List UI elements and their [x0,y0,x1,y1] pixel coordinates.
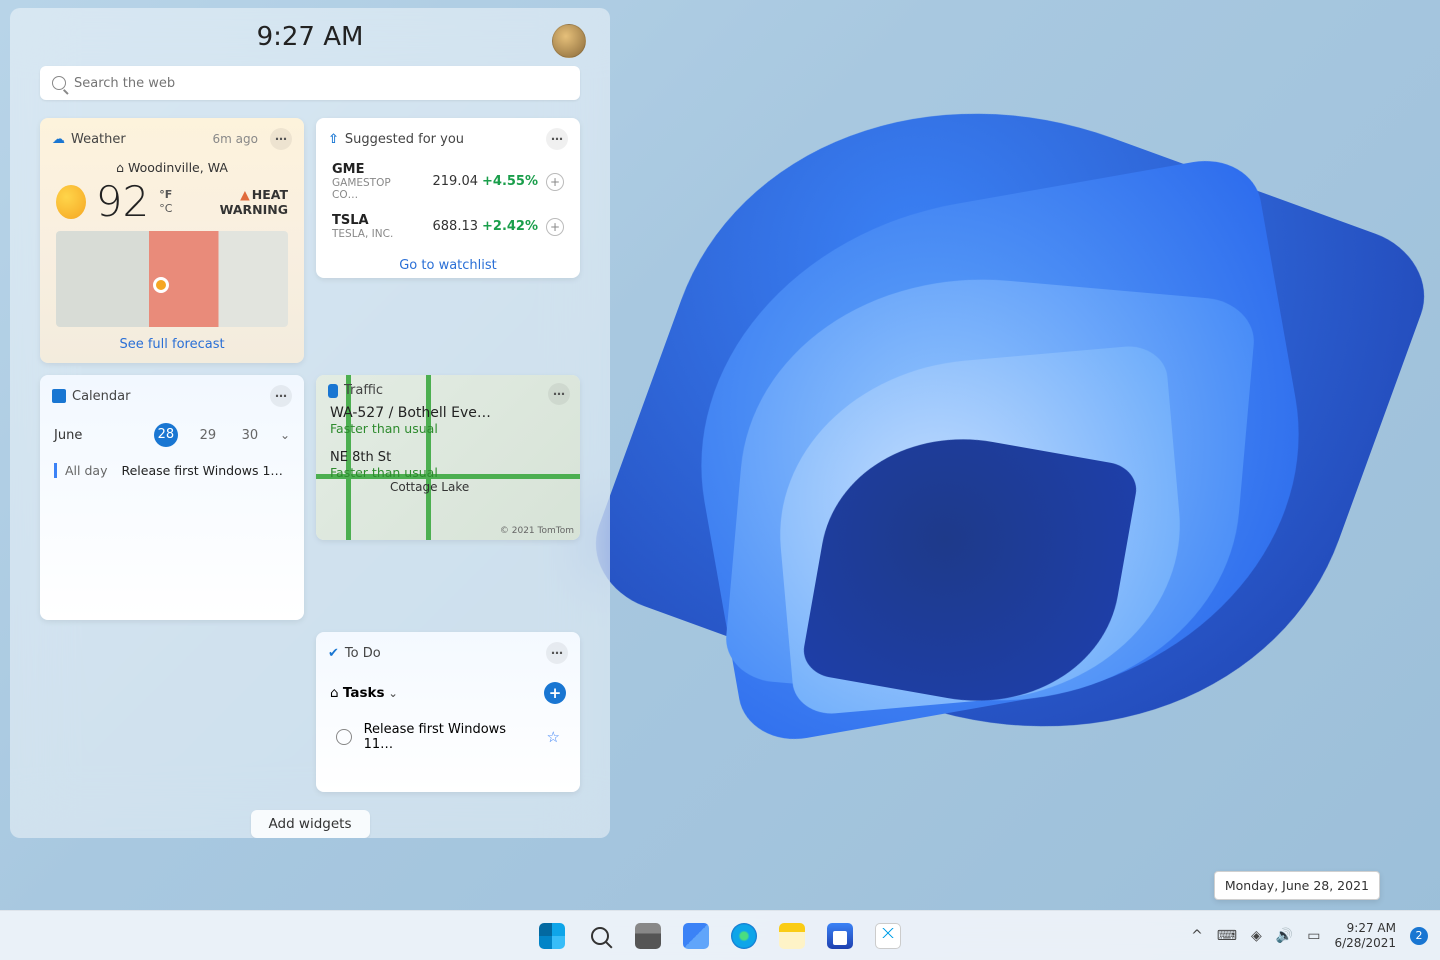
task-label: Release first Windows 11… [364,722,535,752]
star-icon[interactable]: ☆ [547,728,560,746]
battery-icon[interactable]: ▭ [1307,928,1320,944]
all-day-label: All day [54,463,107,478]
add-stock-button[interactable]: + [546,173,564,191]
task-checkbox[interactable] [336,729,352,745]
traffic-status-2: Faster than usual [330,465,566,480]
stock-row-gme[interactable]: GME GAMESTOP CO… 219.04 +4.55% + [316,156,580,207]
stock-price: 219.04 [418,174,478,189]
calendar-icon [52,389,66,403]
stock-symbol: TSLA [332,213,418,228]
taskbar-clock[interactable]: 9:27 AM 6/28/2021 [1334,921,1396,951]
traffic-route-1: WA-527 / Bothell Eve… [330,405,566,421]
volume-icon[interactable]: 🔊 [1276,928,1293,944]
event-title: Release first Windows 1… [121,463,282,478]
calendar-day-selected[interactable]: 28 [154,423,178,447]
weather-title: Weather [71,132,207,147]
weather-widget[interactable]: ☁ Weather 6m ago Woodinville, WA 92 °F °… [40,118,304,363]
traffic-title: Traffic [344,383,383,398]
task-view-button[interactable] [627,915,669,957]
calendar-widget[interactable]: Calendar June 28 29 30 ⌄ All day Release… [40,375,304,620]
unit-celsius[interactable]: °C [159,202,172,216]
calendar-title: Calendar [72,389,264,404]
taskbar: ^ ⌨ ◈ 🔊 ▭ 9:27 AM 6/28/2021 2 [0,910,1440,960]
search-icon [591,927,609,945]
task-item[interactable]: Release first Windows 11… ☆ [330,710,566,764]
stock-change: +2.42% [478,219,538,234]
chevron-down-icon[interactable]: ⌄ [280,428,290,442]
see-full-forecast-link[interactable]: See full forecast [56,327,288,352]
todo-more-button[interactable] [546,642,568,664]
widgets-panel: 9:27 AM ☁ Weather 6m ago Woodinville, WA… [10,8,610,838]
stock-row-tsla[interactable]: TSLA TESLA, INC. 688.13 +2.42% + [316,207,580,246]
search-input[interactable] [74,76,568,91]
weather-icon: ☁ [52,132,65,147]
add-widgets-button[interactable]: Add widgets [251,810,370,838]
user-avatar[interactable] [552,24,586,58]
traffic-place: Cottage Lake [390,480,566,494]
stocks-more-button[interactable] [546,128,568,150]
taskbar-date: 6/28/2021 [1334,936,1396,951]
map-attribution: © 2021 TomTom [500,526,574,536]
weather-updated: 6m ago [213,132,258,146]
tasks-list-label[interactable]: Tasks [330,685,385,701]
weather-map[interactable] [56,231,288,327]
traffic-icon [328,384,338,398]
wifi-icon[interactable]: ◈ [1251,928,1262,944]
todo-icon: ✔ [328,646,339,661]
stocks-title: Suggested for you [345,132,540,147]
panel-clock: 9:27 AM [40,22,580,52]
todo-widget[interactable]: ✔ To Do Tasks ⌄ + Release first Windows … [316,632,580,792]
add-stock-button[interactable]: + [546,218,564,236]
stocks-icon: ⇧ [328,132,339,147]
go-to-watchlist-link[interactable]: Go to watchlist [316,246,580,278]
unit-fahrenheit[interactable]: °F [159,188,172,202]
traffic-route-2: NE 8th St [330,450,566,465]
date-tooltip: Monday, June 28, 2021 [1214,871,1380,900]
stock-company: GAMESTOP CO… [332,177,418,201]
keyboard-icon[interactable]: ⌨ [1217,928,1237,944]
weather-more-button[interactable] [270,128,292,150]
calendar-event[interactable]: All day Release first Windows 1… [54,453,290,488]
traffic-status-1: Faster than usual [330,421,566,436]
traffic-widget[interactable]: Traffic WA-527 / Bothell Eve… Faster tha… [316,375,580,540]
stock-price: 688.13 [418,219,478,234]
stock-symbol: GME [332,162,418,177]
stock-change: +4.55% [478,174,538,189]
chevron-down-icon[interactable]: ⌄ [389,687,398,700]
weather-temperature: 92 [96,181,149,223]
taskbar-time: 9:27 AM [1334,921,1396,936]
traffic-more-button[interactable] [548,383,570,405]
sun-icon [56,185,86,219]
notification-badge[interactable]: 2 [1410,927,1428,945]
start-button[interactable] [531,915,573,957]
calendar-day[interactable]: 30 [238,428,262,443]
widgets-button[interactable] [675,915,717,957]
search-bar[interactable] [40,66,580,100]
add-task-button[interactable]: + [544,682,566,704]
calendar-day[interactable]: 29 [196,428,220,443]
taskbar-search-button[interactable] [579,915,621,957]
edge-browser-button[interactable] [723,915,765,957]
mail-button[interactable] [867,915,909,957]
search-icon [52,76,66,90]
tray-overflow-icon[interactable]: ^ [1191,928,1203,944]
stock-company: TESLA, INC. [332,228,418,240]
calendar-month: June [54,428,136,443]
calendar-more-button[interactable] [270,385,292,407]
file-explorer-button[interactable] [771,915,813,957]
microsoft-store-button[interactable] [819,915,861,957]
todo-title: To Do [345,646,540,661]
weather-location: Woodinville, WA [56,160,288,175]
stocks-widget[interactable]: ⇧ Suggested for you GME GAMESTOP CO… 219… [316,118,580,278]
weather-warning: ▲HEAT WARNING [182,187,288,217]
